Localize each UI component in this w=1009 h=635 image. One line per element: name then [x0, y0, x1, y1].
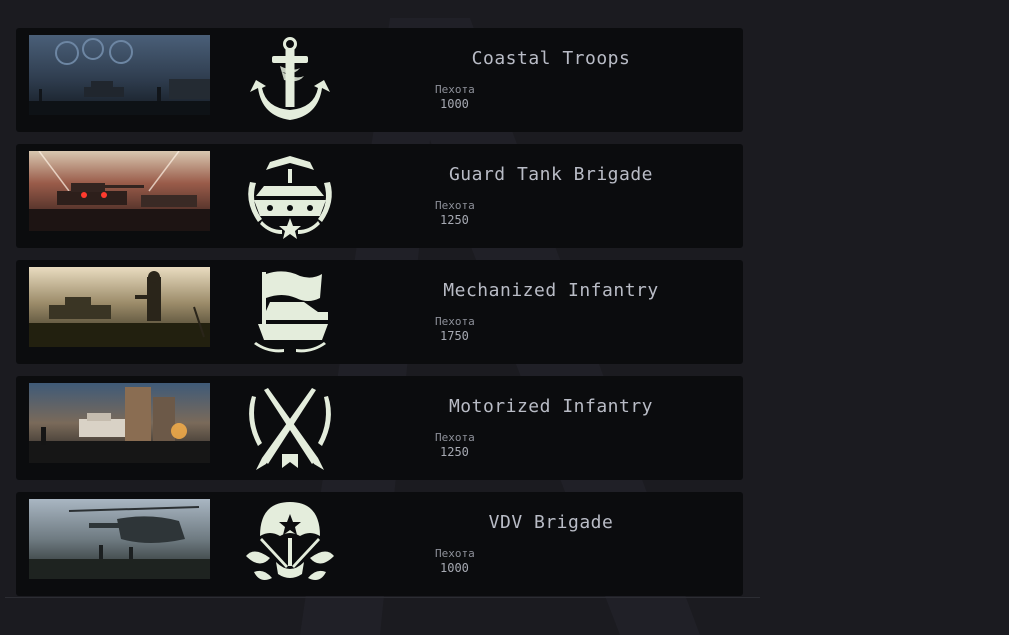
stat-value: 1250 [440, 213, 469, 227]
parachute-icon [246, 502, 334, 580]
stat-label: Пехота [435, 431, 475, 444]
stat-value: 1250 [440, 445, 469, 459]
unit-image [29, 35, 210, 115]
unit-title: VDV Brigade [488, 512, 614, 533]
anchor-icon [250, 37, 330, 120]
stat-label: Пехота [435, 83, 475, 96]
unit-title: Guard Tank Brigade [448, 164, 654, 185]
stat-label: Пехота [435, 199, 475, 212]
divider [5, 597, 760, 598]
unit-list: Coastal Troops Пехота 1000 Guard Tank Br… [16, 28, 743, 608]
crossed-rifles-icon [249, 388, 331, 470]
bmp-flag-icon [254, 271, 328, 353]
unit-card-mechanized-infantry[interactable]: Mechanized Infantry Пехота 1750 [16, 260, 743, 364]
stat-value: 1000 [440, 97, 469, 111]
unit-title: Mechanized Infantry [443, 280, 659, 301]
unit-title: Coastal Troops [471, 48, 631, 69]
unit-title: Motorized Infantry [448, 396, 654, 417]
unit-image [29, 383, 210, 463]
stat-value: 1000 [440, 561, 469, 575]
stat-value: 1750 [440, 329, 469, 343]
unit-selection-screen: Coastal Troops Пехота 1000 Guard Tank Br… [0, 0, 1009, 635]
unit-image [29, 267, 210, 347]
unit-card-motorized-infantry[interactable]: Motorized Infantry Пехота 1250 [16, 376, 743, 480]
stat-label: Пехота [435, 315, 475, 328]
stat-label: Пехота [435, 547, 475, 560]
unit-card-coastal-troops[interactable]: Coastal Troops Пехота 1000 [16, 28, 743, 132]
unit-image [29, 499, 210, 579]
tank-wreath-icon [248, 156, 332, 239]
unit-card-vdv-brigade[interactable]: VDV Brigade Пехота 1000 [16, 492, 743, 596]
unit-card-guard-tank-brigade[interactable]: Guard Tank Brigade Пехота 1250 [16, 144, 743, 248]
unit-image [29, 151, 210, 231]
